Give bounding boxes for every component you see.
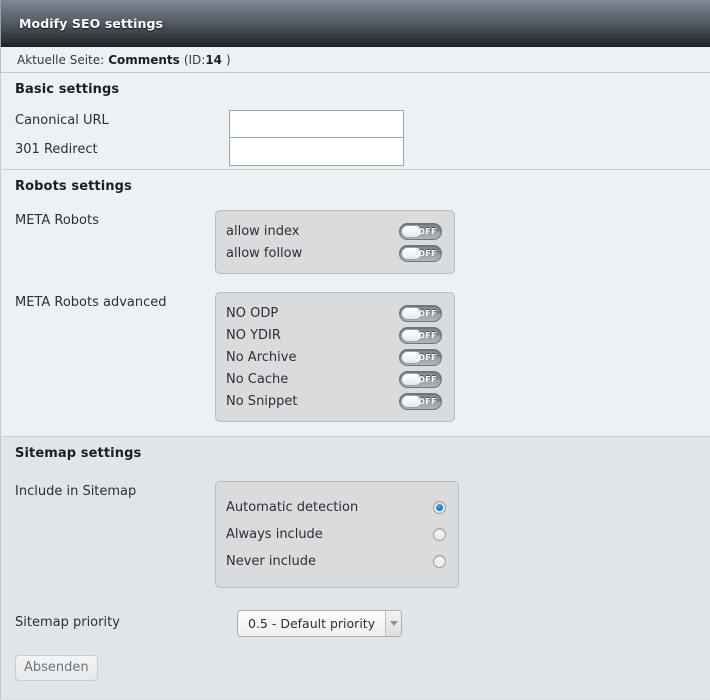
toggle-state-no-cache: OFF xyxy=(418,374,437,384)
toggle-row-no-archive: No Archive OFF xyxy=(226,346,442,368)
toggle-row-no-ydir: NO YDIR OFF xyxy=(226,324,442,346)
toggle-state-no-odp: OFF xyxy=(418,308,437,318)
toggle-label-allow-follow: allow follow xyxy=(226,245,303,261)
toggle-no-cache[interactable]: OFF xyxy=(399,370,442,388)
toggle-label-no-snippet: No Snippet xyxy=(226,393,298,409)
redirect-301-label: 301 Redirect xyxy=(15,142,98,157)
radio-automatic-detection[interactable] xyxy=(433,501,446,514)
toggle-label-no-archive: No Archive xyxy=(226,349,297,365)
meta-robots-advanced-label: META Robots advanced xyxy=(15,295,167,310)
breadcrumb-id-value: 14 xyxy=(205,52,223,67)
canonical-url-input[interactable] xyxy=(229,110,404,138)
radio-always-include[interactable] xyxy=(433,528,446,541)
toggle-no-archive[interactable]: OFF xyxy=(399,348,442,366)
toggle-state-allow-follow: OFF xyxy=(418,248,437,258)
breadcrumb-id-suffix: ) xyxy=(226,52,231,67)
seo-settings-page: Modify SEO settings Aktuelle Seite: Comm… xyxy=(0,0,710,700)
toggle-state-no-snippet: OFF xyxy=(418,396,437,406)
toggle-row-no-snippet: No Snippet OFF xyxy=(226,390,442,412)
radio-row-never-include[interactable]: Never include xyxy=(226,548,446,575)
breadcrumb-label: Aktuelle Seite: xyxy=(17,52,105,67)
meta-robots-panel: allow index OFF allow follow OFF xyxy=(215,210,455,274)
window-titlebar: Modify SEO settings xyxy=(0,0,710,47)
chevron-down-icon[interactable] xyxy=(385,611,401,636)
toggle-row-no-cache: No Cache OFF xyxy=(226,368,442,390)
meta-robots-label: META Robots xyxy=(15,213,99,228)
robots-settings-title: Robots settings xyxy=(15,179,132,194)
canonical-url-label: Canonical URL xyxy=(15,113,109,128)
sitemap-settings-title: Sitemap settings xyxy=(15,446,142,461)
section-robots-settings: Robots settings META Robots allow index … xyxy=(0,170,710,436)
toggle-row-no-odp: NO ODP OFF xyxy=(226,302,442,324)
radio-row-automatic-detection[interactable]: Automatic detection xyxy=(226,494,446,521)
toggle-allow-index[interactable]: OFF xyxy=(399,222,442,240)
radio-row-always-include[interactable]: Always include xyxy=(226,521,446,548)
submit-button[interactable]: Absenden xyxy=(15,655,98,681)
toggle-label-no-ydir: NO YDIR xyxy=(226,327,281,343)
toggle-row-allow-follow: allow follow OFF xyxy=(226,242,442,264)
section-basic-settings: Basic settings Canonical URL 301 Redirec… xyxy=(0,73,710,169)
basic-settings-title: Basic settings xyxy=(15,82,120,97)
toggle-state-no-ydir: OFF xyxy=(418,330,437,340)
window-title: Modify SEO settings xyxy=(19,16,164,31)
toggle-state-no-archive: OFF xyxy=(418,352,437,362)
toggle-label-no-cache: No Cache xyxy=(226,371,289,387)
include-in-sitemap-label: Include in Sitemap xyxy=(15,484,137,499)
sitemap-priority-label: Sitemap priority xyxy=(15,615,120,630)
sitemap-priority-select[interactable]: 0.5 - Default priority xyxy=(237,610,402,637)
sitemap-priority-value: 0.5 - Default priority xyxy=(248,616,376,631)
meta-robots-advanced-panel: NO ODP OFF NO YDIR OFF No Archive OFF No… xyxy=(215,292,455,422)
toggle-allow-follow[interactable]: OFF xyxy=(399,244,442,262)
breadcrumb-page-name: Comments xyxy=(108,52,180,67)
toggle-label-no-odp: NO ODP xyxy=(226,305,279,321)
radio-label-never-include: Never include xyxy=(226,554,316,569)
toggle-no-snippet[interactable]: OFF xyxy=(399,392,442,410)
radio-label-always-include: Always include xyxy=(226,527,323,542)
toggle-state-allow-index: OFF xyxy=(418,226,437,236)
toggle-no-ydir[interactable]: OFF xyxy=(399,326,442,344)
toggle-label-allow-index: allow index xyxy=(226,223,300,239)
breadcrumb-id-prefix: (ID: xyxy=(183,52,206,67)
toggle-no-odp[interactable]: OFF xyxy=(399,304,442,322)
section-sitemap-settings: Sitemap settings Include in Sitemap Auto… xyxy=(0,437,710,699)
breadcrumb: Aktuelle Seite: Comments (ID: 14 ) xyxy=(0,47,710,73)
redirect-301-input[interactable] xyxy=(229,138,404,166)
radio-never-include[interactable] xyxy=(433,555,446,568)
include-in-sitemap-panel: Automatic detection Always include Never… xyxy=(215,481,459,588)
radio-label-automatic-detection: Automatic detection xyxy=(226,500,359,515)
toggle-row-allow-index: allow index OFF xyxy=(226,220,442,242)
